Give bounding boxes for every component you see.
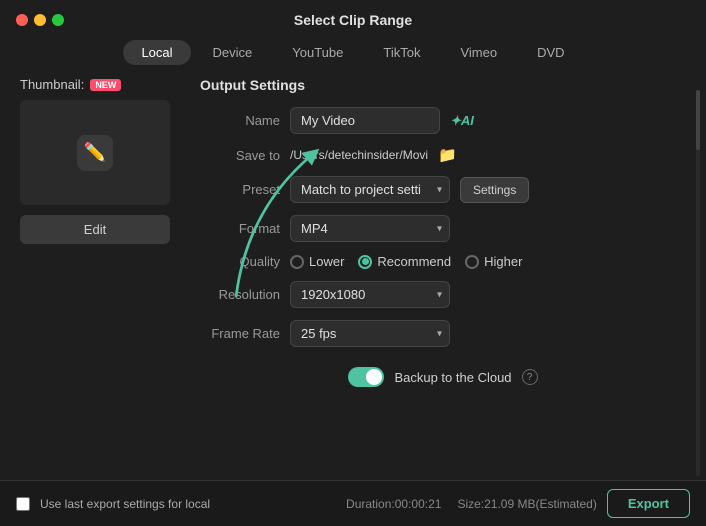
- radio-recommend-circle: [358, 255, 372, 269]
- format-select[interactable]: MP4: [290, 215, 450, 242]
- name-row: Name ✦AI: [200, 107, 686, 134]
- radio-lower-circle: [290, 255, 304, 269]
- resolution-select-wrap: 1920x1080 ▾: [290, 281, 450, 308]
- thumbnail-box: ✏️: [20, 100, 170, 205]
- format-row: Format MP4 ▾: [200, 215, 686, 242]
- tab-tiktok[interactable]: TikTok: [365, 40, 438, 65]
- backup-toggle[interactable]: [348, 367, 384, 387]
- quality-higher[interactable]: Higher: [465, 254, 522, 269]
- quality-options: Lower Recommend Higher: [290, 254, 522, 269]
- help-icon[interactable]: ?: [522, 369, 538, 385]
- footer: Use last export settings for local Durat…: [0, 480, 706, 526]
- tab-vimeo[interactable]: Vimeo: [442, 40, 515, 65]
- section-title: Output Settings: [200, 77, 686, 93]
- settings-button[interactable]: Settings: [460, 177, 529, 203]
- main-content: Thumbnail: NEW ✏️ Edit Output Settings N…: [0, 77, 706, 387]
- scroll-track: [696, 90, 700, 476]
- toggle-knob: [366, 369, 382, 385]
- new-badge: NEW: [90, 79, 121, 91]
- quality-row: Quality Lower Recommend Higher: [200, 254, 686, 269]
- quality-higher-label: Higher: [484, 254, 522, 269]
- tab-device[interactable]: Device: [195, 40, 271, 65]
- frame-rate-select[interactable]: 25 fps: [290, 320, 450, 347]
- edit-button[interactable]: Edit: [20, 215, 170, 244]
- quality-lower[interactable]: Lower: [290, 254, 344, 269]
- footer-meta: Duration:00:00:21 Size:21.09 MB(Estimate…: [346, 497, 597, 511]
- save-to-row: Save to /Users/detechinsider/Movi 📁: [200, 146, 686, 164]
- window-title: Select Clip Range: [16, 12, 690, 28]
- preset-select[interactable]: Match to project settings: [290, 176, 450, 203]
- export-button[interactable]: Export: [607, 489, 690, 518]
- frame-rate-label: Frame Rate: [200, 326, 280, 341]
- format-label: Format: [200, 221, 280, 236]
- close-button[interactable]: [16, 14, 28, 26]
- last-settings-checkbox[interactable]: [16, 497, 30, 511]
- duration-text: Duration:00:00:21: [346, 497, 441, 511]
- resolution-select[interactable]: 1920x1080: [290, 281, 450, 308]
- minimize-button[interactable]: [34, 14, 46, 26]
- radio-recommend-dot: [362, 258, 369, 265]
- quality-recommend-label: Recommend: [377, 254, 451, 269]
- frame-rate-select-wrap: 25 fps ▾: [290, 320, 450, 347]
- preset-select-wrap: Match to project settings ▾: [290, 176, 450, 203]
- title-bar: Select Clip Range: [0, 0, 706, 36]
- name-label: Name: [200, 113, 280, 128]
- backup-label: Backup to the Cloud: [394, 370, 511, 385]
- resolution-label: Resolution: [200, 287, 280, 302]
- last-settings-label: Use last export settings for local: [40, 497, 336, 511]
- radio-higher-circle: [465, 255, 479, 269]
- save-to-path: /Users/detechinsider/Movi: [290, 148, 428, 162]
- frame-rate-row: Frame Rate 25 fps ▾: [200, 320, 686, 347]
- preset-label: Preset: [200, 182, 280, 197]
- format-select-wrap: MP4 ▾: [290, 215, 450, 242]
- quality-lower-label: Lower: [309, 254, 344, 269]
- tab-dvd[interactable]: DVD: [519, 40, 582, 65]
- thumbnail-edit-icon: ✏️: [77, 135, 113, 171]
- tab-local[interactable]: Local: [123, 40, 190, 65]
- tab-youtube[interactable]: YouTube: [274, 40, 361, 65]
- thumbnail-label: Thumbnail: NEW: [20, 77, 180, 92]
- size-text: Size:21.09 MB(Estimated): [457, 497, 596, 511]
- quality-label: Quality: [200, 254, 280, 269]
- window-controls: [16, 14, 64, 26]
- tab-bar: Local Device YouTube TikTok Vimeo DVD: [0, 36, 706, 77]
- folder-icon[interactable]: 📁: [438, 146, 457, 164]
- backup-row: Backup to the Cloud ?: [200, 367, 686, 387]
- ai-icon: ✦AI: [450, 113, 474, 129]
- maximize-button[interactable]: [52, 14, 64, 26]
- resolution-row: Resolution 1920x1080 ▾: [200, 281, 686, 308]
- thumbnail-text: Thumbnail:: [20, 77, 84, 92]
- quality-recommend[interactable]: Recommend: [358, 254, 451, 269]
- left-panel: Thumbnail: NEW ✏️ Edit: [20, 77, 180, 387]
- scroll-thumb[interactable]: [696, 90, 700, 150]
- name-input[interactable]: [290, 107, 440, 134]
- save-to-label: Save to: [200, 148, 280, 163]
- right-panel: Output Settings Name ✦AI Save to /Users/…: [200, 77, 686, 387]
- preset-row: Preset Match to project settings ▾ Setti…: [200, 176, 686, 203]
